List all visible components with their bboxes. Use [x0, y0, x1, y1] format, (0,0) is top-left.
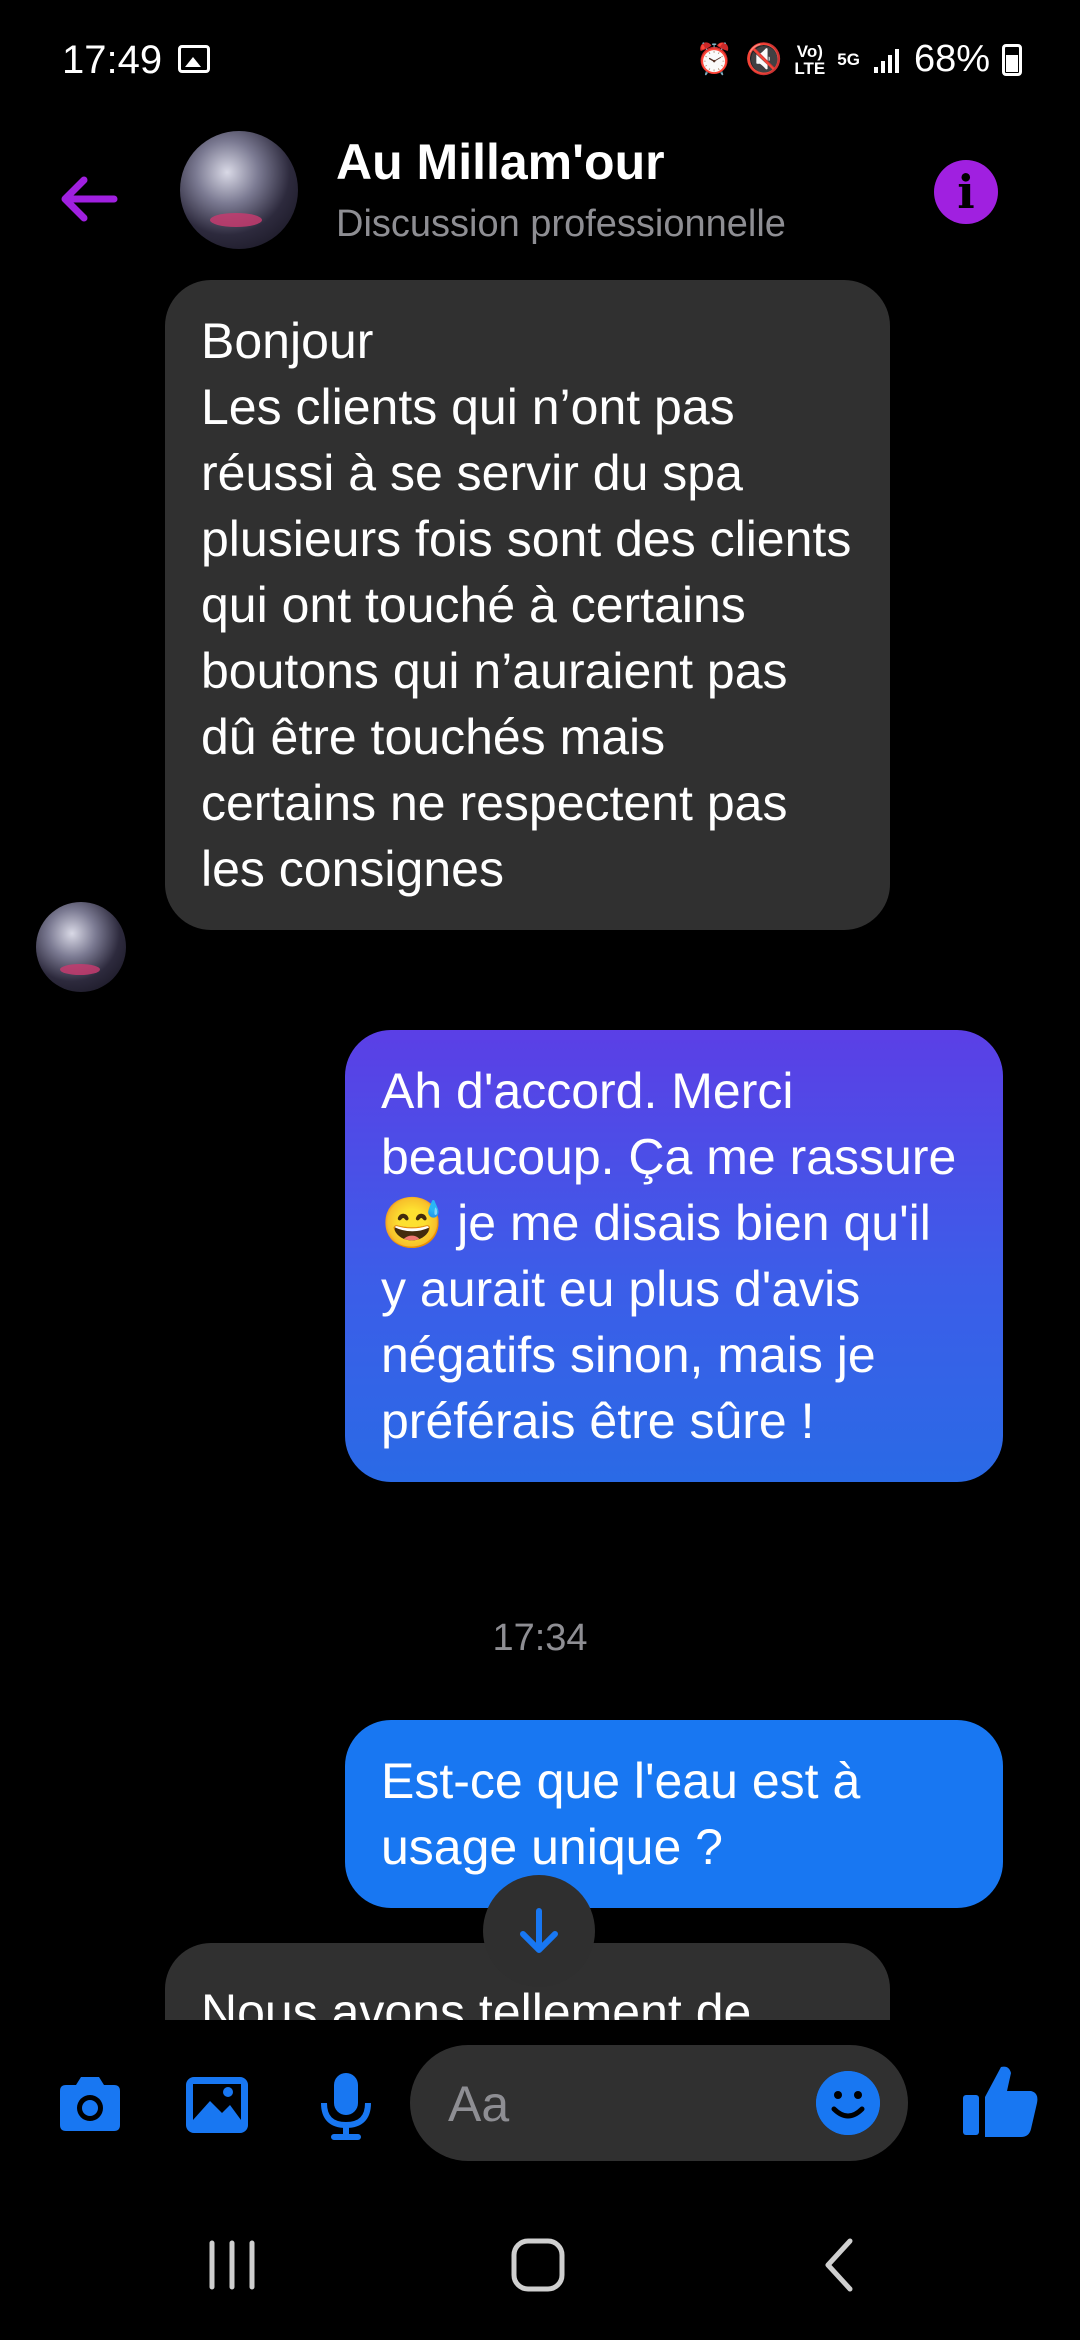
status-icons: ⏰ 🔇 Vo) LTE 5G 68%	[696, 38, 1022, 81]
network-5g-indicator: 5G	[837, 50, 860, 69]
emoji-icon[interactable]	[816, 2071, 880, 2135]
back-nav-icon[interactable]	[800, 2235, 880, 2295]
message-input[interactable]: Aa	[410, 2045, 908, 2161]
message-input-placeholder: Aa	[448, 2076, 510, 2132]
camera-icon[interactable]	[50, 2065, 130, 2145]
home-icon[interactable]	[498, 2235, 578, 2295]
info-icon[interactable]: i	[934, 160, 998, 224]
battery-percentage: 68%	[913, 38, 990, 80]
battery-icon	[1002, 43, 1022, 76]
contact-avatar[interactable]	[180, 131, 298, 249]
arrow-down-icon	[520, 1908, 558, 1953]
message-composer: Aa	[0, 2025, 1080, 2185]
chat-header: Au Millam'our Discussion professionnelle…	[0, 125, 1080, 280]
image-notification-icon	[178, 45, 210, 73]
status-time: 17:49	[62, 38, 163, 82]
outgoing-message[interactable]: Est-ce que l'eau est à usage unique ?	[345, 1720, 1003, 1908]
recent-apps-icon[interactable]	[192, 2235, 272, 2295]
alarm-icon: ⏰	[695, 42, 734, 76]
mute-icon: 🔇	[745, 42, 783, 76]
message-list[interactable]: Bonjour Les clients qui n’ont pas réussi…	[0, 280, 1080, 2020]
sender-avatar[interactable]	[36, 902, 126, 992]
message-timestamp: 17:34	[492, 1617, 588, 1659]
arrow-left-icon[interactable]	[52, 163, 124, 235]
contact-name[interactable]: Au Millam'our	[336, 133, 665, 191]
incoming-message[interactable]: Bonjour Les clients qui n’ont pas réussi…	[165, 280, 890, 930]
gallery-icon[interactable]	[178, 2065, 258, 2145]
thumbs-up-icon[interactable]	[955, 2057, 1045, 2147]
signal-icon	[873, 48, 899, 73]
volte-indicator: Vo) LTE	[794, 41, 826, 78]
microphone-icon[interactable]	[306, 2065, 386, 2145]
scroll-to-bottom-button[interactable]	[483, 1875, 595, 1987]
outgoing-message[interactable]: Ah d'accord. Merci beaucoup. Ça me rassu…	[345, 1030, 1003, 1482]
status-bar: 17:49 ⏰ 🔇 Vo) LTE 5G 68%	[0, 0, 1080, 125]
system-navigation-bar	[0, 2185, 1080, 2340]
contact-subtitle: Discussion professionnelle	[336, 203, 786, 245]
